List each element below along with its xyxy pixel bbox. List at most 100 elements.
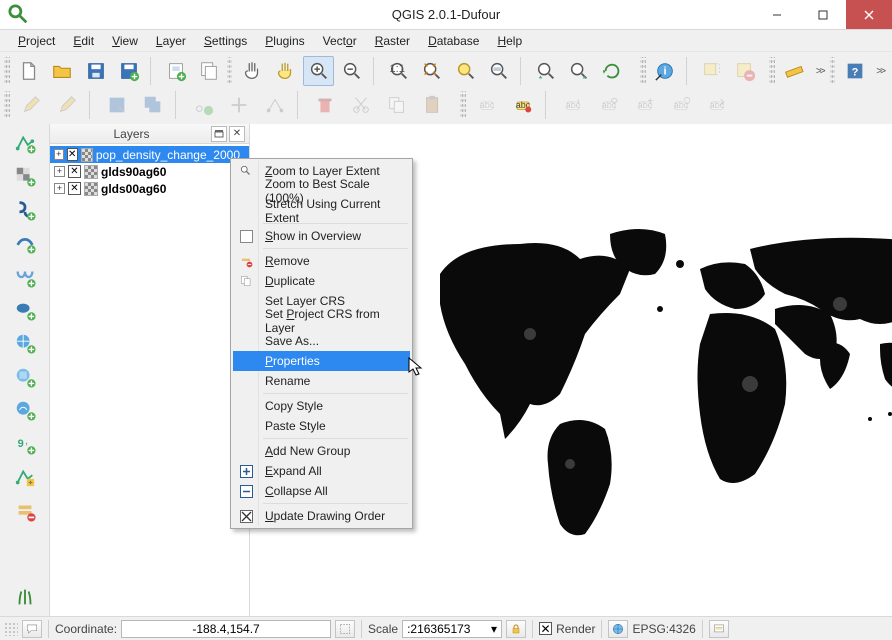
toolbar-overflow[interactable]: >> [872, 66, 888, 77]
ctx-paste-style[interactable]: Paste Style [233, 416, 410, 436]
add-wfs-layer-button[interactable] [7, 396, 43, 425]
toggle-editing-button[interactable] [14, 90, 48, 120]
toolbar-grip[interactable] [769, 57, 775, 85]
ctx-save-as[interactable]: Save As... [233, 331, 410, 351]
zoom-full-button[interactable] [417, 56, 448, 86]
save-edits-button[interactable] [100, 90, 134, 120]
coordinate-field[interactable]: -188.4,154.7 [121, 620, 331, 638]
toolbar-grip[interactable] [640, 57, 646, 85]
add-wcs-layer-button[interactable] [7, 362, 43, 391]
open-project-button[interactable] [47, 56, 78, 86]
zoom-native-button[interactable]: 1:1 [383, 56, 414, 86]
menu-project[interactable]: Project [10, 32, 63, 50]
toolbar-grip[interactable] [227, 57, 233, 85]
ctx-duplicate[interactable]: Duplicate [233, 271, 410, 291]
menu-raster[interactable]: Raster [367, 32, 418, 50]
ctx-update-drawing-order[interactable]: Update Drawing Order [233, 506, 410, 526]
label-rotate-button[interactable]: abc [664, 90, 698, 120]
add-vector-layer-button[interactable] [7, 128, 43, 157]
save-all-edits-button[interactable] [136, 90, 170, 120]
deselect-all-button[interactable] [730, 56, 761, 86]
save-project-button[interactable] [80, 56, 111, 86]
zoom-to-selection-button[interactable] [450, 56, 481, 86]
close-button[interactable] [846, 0, 892, 29]
messages-button[interactable] [22, 620, 42, 638]
zoom-last-button[interactable] [530, 56, 561, 86]
menu-plugins[interactable]: Plugins [257, 32, 312, 50]
toolbar-grip[interactable] [830, 57, 836, 85]
layer-row[interactable]: +✕glds90ag60 [50, 163, 249, 180]
zoom-to-layer-button[interactable] [483, 56, 514, 86]
add-feature-button[interactable] [186, 90, 220, 120]
minimize-button[interactable] [754, 0, 800, 29]
crs-status-button[interactable] [608, 620, 628, 638]
expand-icon[interactable]: + [54, 183, 65, 194]
new-project-button[interactable] [14, 56, 45, 86]
copy-features-button[interactable] [380, 90, 414, 120]
menu-settings[interactable]: Settings [196, 32, 255, 50]
move-feature-button[interactable] [222, 90, 256, 120]
label-change-button[interactable]: abc [700, 90, 734, 120]
expand-icon[interactable]: + [54, 149, 64, 160]
ctx-set-project-crs-from-layer[interactable]: Set Project CRS from Layer [233, 311, 410, 331]
add-oracle-layer-button[interactable] [7, 295, 43, 324]
expand-icon[interactable]: + [54, 166, 65, 177]
new-print-composer-button[interactable] [160, 56, 191, 86]
menu-edit[interactable]: Edit [65, 32, 102, 50]
ctx-stretch-using-current-extent[interactable]: Stretch Using Current Extent [233, 201, 410, 221]
ctx-expand-all[interactable]: Expand All [233, 461, 410, 481]
help-button[interactable]: ? [839, 56, 870, 86]
add-wms-layer-button[interactable] [7, 329, 43, 358]
scale-lock-button[interactable] [506, 620, 526, 638]
pan-button[interactable] [236, 56, 267, 86]
layer-visibility-checkbox[interactable]: ✕ [68, 182, 81, 195]
label-button[interactable]: abc [470, 90, 504, 120]
ctx-rename[interactable]: Rename [233, 371, 410, 391]
layer-row[interactable]: +✕pop_density_change_2000_1990 [50, 146, 249, 163]
grass-tools-button[interactable] [7, 582, 43, 611]
new-shapefile-button[interactable] [7, 463, 43, 492]
ctx-copy-style[interactable]: Copy Style [233, 396, 410, 416]
add-mssql-layer-button[interactable] [7, 262, 43, 291]
menu-layer[interactable]: Layer [148, 32, 194, 50]
add-raster-layer-button[interactable] [7, 161, 43, 190]
layers-tree[interactable]: +✕pop_density_change_2000_1990+✕glds90ag… [50, 144, 249, 616]
toolbar-grip[interactable] [460, 91, 466, 119]
label-highlight-button[interactable]: abc [506, 90, 540, 120]
pan-to-selection-button[interactable] [270, 56, 301, 86]
composer-manager-button[interactable] [194, 56, 225, 86]
select-features-button[interactable] [696, 56, 727, 86]
toolbar-overflow[interactable]: >> [812, 66, 828, 77]
zoom-in-button[interactable] [303, 56, 334, 86]
menu-view[interactable]: View [104, 32, 146, 50]
save-project-as-button[interactable] [113, 56, 144, 86]
add-delimited-text-button[interactable]: 9, [7, 429, 43, 458]
menu-vector[interactable]: Vector [315, 32, 365, 50]
label-move-button[interactable]: abc [628, 90, 662, 120]
paste-features-button[interactable] [416, 90, 450, 120]
zoom-next-button[interactable] [563, 56, 594, 86]
measure-button[interactable] [779, 56, 810, 86]
toggle-editing-button[interactable] [50, 90, 84, 120]
menu-database[interactable]: Database [420, 32, 487, 50]
add-spatialite-layer-button[interactable] [7, 228, 43, 257]
menu-help[interactable]: Help [489, 32, 530, 50]
layer-visibility-checkbox[interactable]: ✕ [67, 148, 78, 161]
label-pin-button[interactable]: abc [556, 90, 590, 120]
label-show-button[interactable]: abc [592, 90, 626, 120]
cut-features-button[interactable] [344, 90, 378, 120]
panel-undock-button[interactable] [211, 126, 227, 142]
identify-button[interactable]: i [650, 56, 681, 86]
remove-layer-button[interactable] [7, 496, 43, 525]
refresh-button[interactable] [597, 56, 628, 86]
panel-close-button[interactable]: ✕ [229, 126, 245, 142]
render-checkbox[interactable]: ✕ [539, 622, 552, 635]
delete-selected-button[interactable] [308, 90, 342, 120]
layer-visibility-checkbox[interactable]: ✕ [68, 165, 81, 178]
ctx-show-in-overview[interactable]: Show in Overview [233, 226, 410, 246]
ctx-collapse-all[interactable]: Collapse All [233, 481, 410, 501]
ctx-remove[interactable]: Remove [233, 251, 410, 271]
toolbar-grip[interactable] [4, 91, 10, 119]
maximize-button[interactable] [800, 0, 846, 29]
ctx-properties[interactable]: Properties [233, 351, 410, 371]
